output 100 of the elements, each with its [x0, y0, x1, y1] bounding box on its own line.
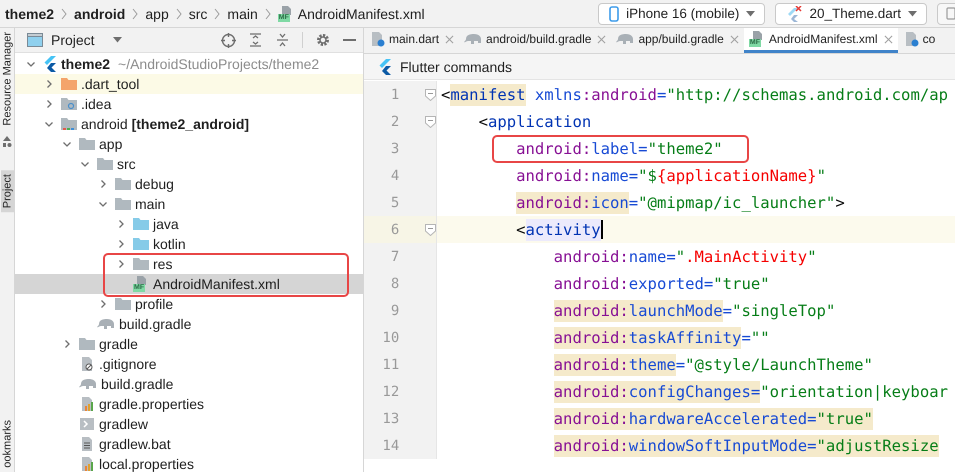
properties-file-icon: [79, 396, 95, 412]
tree-item[interactable]: gradle: [15, 334, 363, 354]
panel-icon: [27, 33, 43, 47]
locate-button[interactable]: [221, 32, 236, 48]
terminal-file-icon: [79, 417, 95, 431]
chevron-down-icon[interactable]: [44, 119, 54, 129]
line-number: 3: [390, 140, 400, 156]
code-line: android:taskAffinity="": [552, 326, 770, 348]
chevron-right-icon[interactable]: [62, 339, 72, 349]
dart-file-icon: [369, 31, 385, 47]
expand-all-button[interactable]: [248, 32, 263, 48]
folder-icon: [97, 157, 113, 171]
breadcrumb-separator-icon: [60, 8, 68, 20]
chevron-down-icon[interactable]: [62, 139, 72, 149]
fold-marker-icon[interactable]: [424, 116, 436, 128]
breadcrumb-item[interactable]: theme2: [5, 6, 54, 22]
chevron-right-icon[interactable]: [116, 239, 126, 249]
text-cursor: [600, 220, 603, 239]
code-line: android:name=".MainActivity": [552, 246, 817, 268]
editor-tab[interactable]: co: [898, 28, 940, 53]
editor-tab[interactable]: android/build.gradle: [459, 28, 612, 53]
tree-item[interactable]: .idea: [15, 94, 363, 114]
phone-icon: [609, 6, 620, 22]
chevron-down-icon[interactable]: [80, 159, 90, 169]
line-number: 4: [390, 168, 400, 184]
project-view-selector[interactable]: Project: [27, 32, 122, 48]
code-line: android:icon="@mipmap/ic_launcher">: [515, 192, 845, 214]
settings-button[interactable]: [315, 32, 330, 48]
code-line: <manifest xmlns:android="http://schemas.android.com/ap: [440, 84, 948, 106]
tree-item[interactable]: app: [15, 134, 363, 154]
tree-item[interactable]: src: [15, 154, 363, 174]
code-line: android:configChanges="orientation|keyboar: [552, 380, 948, 402]
collapse-all-button[interactable]: [275, 32, 290, 48]
tree-item[interactable]: .dart_tool: [15, 74, 363, 94]
editor-tab[interactable]: app/build.gradle: [611, 28, 744, 53]
close-icon[interactable]: [884, 34, 893, 44]
chevron-right-icon[interactable]: [44, 99, 54, 109]
tree-item[interactable]: gradle.properties: [15, 394, 363, 414]
side-tab[interactable]: ookmarks: [0, 416, 14, 472]
editor-tab[interactable]: main.dart: [364, 28, 460, 53]
side-tab[interactable]: Resource Manager: [0, 28, 14, 132]
chevron-right-icon[interactable]: [98, 299, 108, 309]
breadcrumb-separator-icon: [131, 8, 140, 20]
chevron-right-icon[interactable]: [116, 259, 126, 269]
tree-item[interactable]: debug: [15, 174, 363, 194]
elephant-icon: [97, 317, 115, 331]
breadcrumb-item[interactable]: src: [188, 6, 208, 22]
flutter-commands-label: Flutter commands: [400, 58, 512, 74]
line-number: 14: [381, 438, 400, 454]
flutter-icon: [43, 56, 57, 72]
code-line: android:launchMode="singleTop": [552, 300, 836, 322]
tree-item[interactable]: gradlew: [15, 414, 363, 434]
device-selector[interactable]: iPhone 16 (mobile): [598, 2, 766, 24]
tree-item[interactable]: .gitignore: [15, 354, 363, 374]
fold-marker-icon[interactable]: [424, 224, 436, 236]
minus-icon: [343, 38, 356, 42]
chevron-down-icon[interactable]: [98, 199, 108, 209]
crosshair-icon: [221, 32, 236, 48]
text-file-icon: [79, 436, 95, 452]
code-line: android:theme="@style/LaunchTheme": [552, 354, 873, 376]
tree-item[interactable]: build.gradle: [15, 314, 363, 334]
tree-item[interactable]: gradlew.bat: [15, 434, 363, 454]
breadcrumb-item[interactable]: main: [227, 6, 258, 22]
tree-item[interactable]: local.properties: [15, 454, 363, 472]
line-number: 11: [381, 356, 400, 372]
folder-icon: [133, 257, 149, 271]
chevron-right-icon[interactable]: [98, 179, 108, 189]
tree-item[interactable]: android [theme2_android]: [15, 114, 363, 134]
breadcrumb-separator-icon: [264, 8, 272, 20]
chevron-down-icon[interactable]: [26, 59, 36, 69]
tree-item[interactable]: main: [15, 194, 363, 214]
line-number: 1: [390, 86, 400, 102]
settings-folder-icon: [61, 97, 77, 111]
tree-item[interactable]: res: [15, 254, 363, 274]
code-line: android:windowSoftInputMode="adjustResize: [552, 434, 939, 456]
tree-item[interactable]: build.gradle: [15, 374, 363, 394]
shapes-icon: [2, 136, 12, 148]
run-configuration-selector[interactable]: 20_Theme.dart: [775, 2, 927, 24]
breadcrumb-item[interactable]: android: [74, 6, 126, 22]
folder-icon: [133, 217, 149, 231]
chevron-right-icon[interactable]: [116, 219, 126, 229]
tree-item[interactable]: kotlin: [15, 234, 363, 254]
chevron-right-icon[interactable]: [44, 79, 54, 89]
line-number: 5: [390, 194, 400, 210]
breadcrumb-item[interactable]: app: [145, 6, 169, 22]
fold-marker-icon[interactable]: [424, 88, 436, 100]
line-number: 9: [390, 302, 400, 318]
tree-item[interactable]: java: [15, 214, 363, 234]
tree-item[interactable]: profile: [15, 294, 363, 314]
code-line: <activity: [515, 218, 603, 240]
code-line: android:hardwareAccelerated="true": [552, 408, 873, 430]
line-number: 7: [390, 248, 400, 264]
folder-icon: [79, 337, 95, 351]
properties-file-icon: [79, 456, 95, 472]
side-tab[interactable]: Project: [0, 170, 14, 212]
caret-icon: [908, 10, 917, 16]
tree-item[interactable]: theme2 ~/AndroidStudioProjects/theme2: [15, 54, 363, 74]
flutter-icon: [378, 58, 392, 74]
code-line: <application: [478, 112, 592, 132]
code-line: android:exported="true": [552, 274, 770, 294]
